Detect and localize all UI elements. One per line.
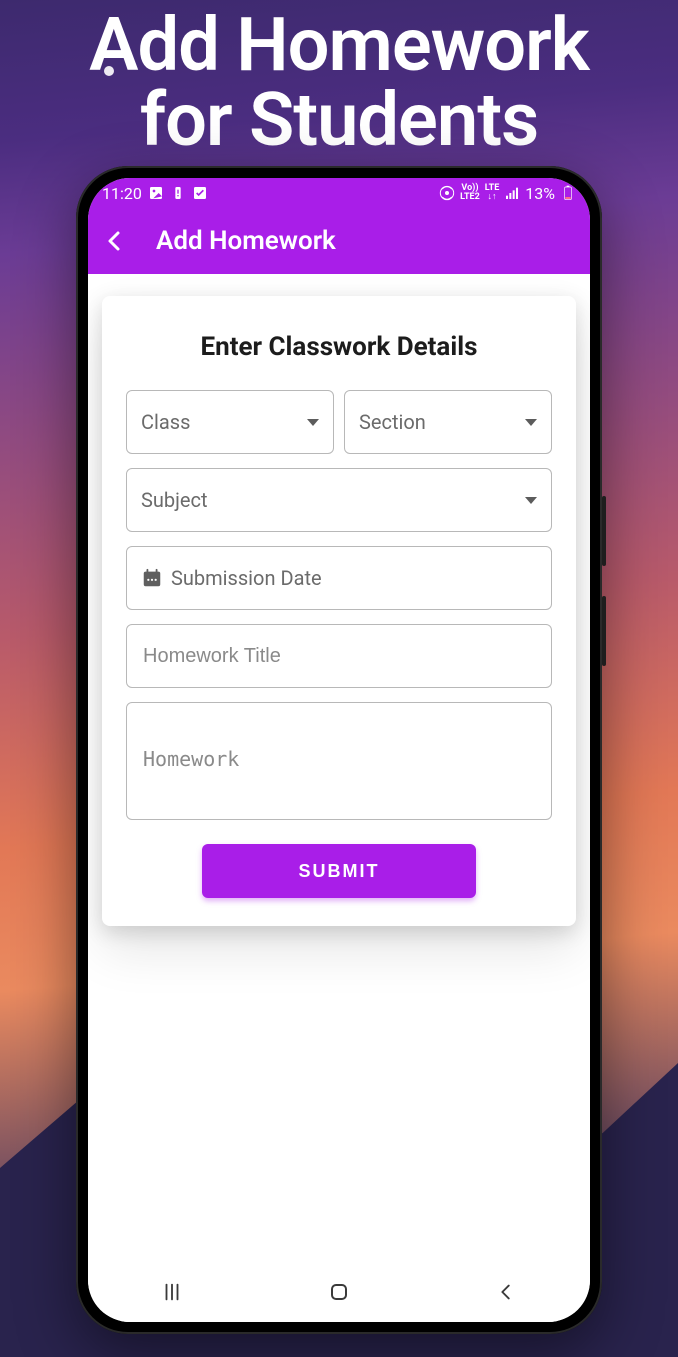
- signal-icon: [504, 185, 520, 201]
- class-dropdown[interactable]: Class: [126, 390, 334, 454]
- subject-dropdown[interactable]: Subject: [126, 468, 552, 532]
- status-time: 11:20: [102, 184, 142, 203]
- app-bar: Add Homework: [88, 208, 590, 274]
- status-bar: 11:20 Vo))LTE2 LTE↓↑: [88, 178, 590, 208]
- homework-body-input[interactable]: [126, 702, 552, 820]
- check-icon: [192, 185, 208, 201]
- chevron-down-icon: [307, 419, 319, 426]
- form-card: Enter Classwork Details Class Section Su…: [102, 296, 576, 926]
- lte-indicator: LTE↓↑: [485, 184, 500, 202]
- battery-percent: 13%: [525, 184, 555, 203]
- app-bar-title: Add Homework: [156, 226, 336, 256]
- back-button[interactable]: [100, 226, 130, 256]
- homework-title-input[interactable]: [126, 624, 552, 688]
- recents-button[interactable]: [157, 1277, 187, 1307]
- phone-screen: 11:20 Vo))LTE2 LTE↓↑: [88, 178, 590, 1322]
- form-heading: Enter Classwork Details: [126, 332, 552, 362]
- class-dropdown-label: Class: [141, 410, 190, 434]
- chevron-down-icon: [525, 419, 537, 426]
- promo-title: Add Homework for Students: [0, 8, 678, 159]
- system-nav-bar: [88, 1262, 590, 1322]
- subject-dropdown-label: Subject: [141, 488, 208, 512]
- status-right: Vo))LTE2 LTE↓↑ 13%: [439, 184, 576, 203]
- phone-side-button: [602, 496, 606, 566]
- promo-line1: Add Homework: [89, 2, 589, 89]
- submission-date-field[interactable]: Submission Date: [126, 546, 552, 610]
- promo-line2: for Students: [140, 77, 538, 164]
- section-dropdown-label: Section: [359, 410, 426, 434]
- screen-content: Enter Classwork Details Class Section Su…: [88, 274, 590, 1262]
- volte-indicator: Vo))LTE2: [460, 184, 480, 202]
- home-button[interactable]: [324, 1277, 354, 1307]
- chevron-down-icon: [525, 497, 537, 504]
- phone-side-button: [602, 596, 606, 666]
- back-nav-button[interactable]: [491, 1277, 521, 1307]
- battery-alert-icon: [170, 185, 186, 201]
- submission-date-label: Submission Date: [171, 566, 322, 590]
- image-icon: [148, 185, 164, 201]
- status-left: 11:20: [102, 184, 208, 203]
- decorative-dot: [104, 66, 114, 76]
- submit-button[interactable]: SUBMIT: [202, 844, 476, 898]
- phone-mockup: 11:20 Vo))LTE2 LTE↓↑: [76, 166, 602, 1334]
- calendar-icon: [141, 567, 163, 589]
- hotspot-icon: [439, 185, 455, 201]
- section-dropdown[interactable]: Section: [344, 390, 552, 454]
- battery-icon: [560, 185, 576, 201]
